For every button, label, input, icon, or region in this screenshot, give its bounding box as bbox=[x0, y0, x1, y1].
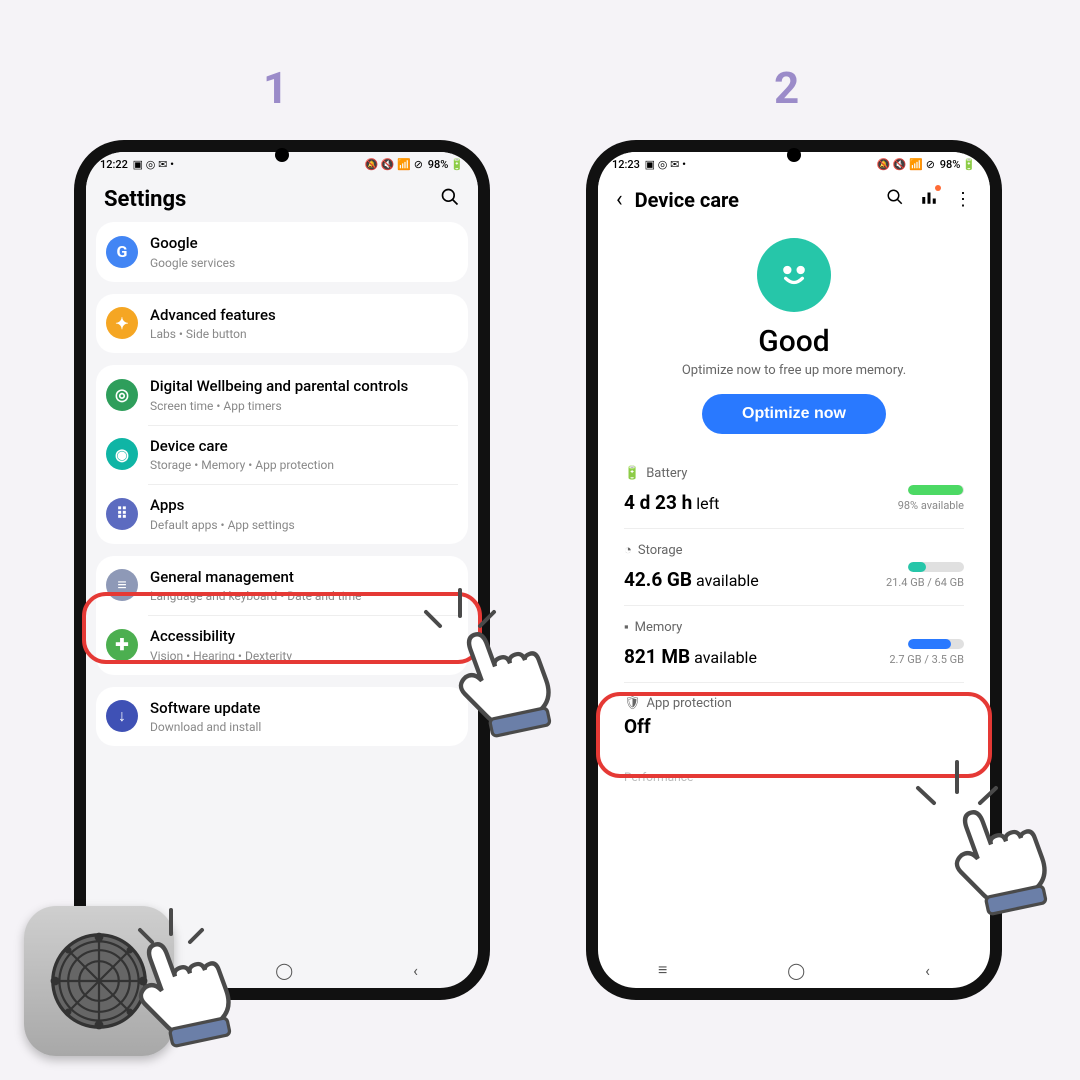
screen-settings: 12:22 ▣ ◎ ✉ • 🔕 🔇 📶 ⊘ 98% 🔋 Settings G bbox=[86, 152, 478, 988]
status-icons-left: ▣ ◎ ✉ • bbox=[130, 158, 174, 171]
step-label-1: 1 bbox=[263, 62, 288, 114]
page-header: ‹ Device care ⋮ bbox=[598, 173, 990, 222]
chart-icon[interactable] bbox=[920, 188, 938, 211]
more-icon[interactable]: ⋮ bbox=[954, 189, 972, 210]
optimize-button[interactable]: Optimize now bbox=[702, 394, 886, 434]
metric-note: 2.7 GB / 3.5 GB bbox=[889, 653, 964, 666]
tap-pointer-icon bbox=[432, 610, 562, 744]
settings-item-google[interactable]: G Google Google services bbox=[96, 222, 468, 282]
status-icons-right: 🔕 🔇 📶 ⊘ bbox=[364, 158, 425, 171]
settings-item-apps[interactable]: ⠿ Apps Default apps • App settings bbox=[96, 484, 468, 544]
item-sub: Storage • Memory • App protection bbox=[150, 458, 458, 472]
status-icons-right: 🔕 🔇 📶 ⊘ bbox=[876, 158, 937, 171]
item-sub: Labs • Side button bbox=[150, 327, 458, 341]
phone-frame-1: 12:22 ▣ ◎ ✉ • 🔕 🔇 📶 ⊘ 98% 🔋 Settings G bbox=[74, 140, 490, 1000]
metric-unit: available bbox=[696, 571, 759, 590]
status-battery-pct: 98% bbox=[428, 158, 449, 171]
item-sub: Language and keyboard • Date and time bbox=[150, 589, 458, 603]
nav-back-icon[interactable]: ‹ bbox=[925, 961, 930, 980]
back-icon[interactable]: ‹ bbox=[616, 187, 623, 212]
item-title: Device care bbox=[150, 437, 458, 457]
item-title: Software update bbox=[150, 699, 458, 719]
settings-item-wellbeing[interactable]: ◎ Digital Wellbeing and parental control… bbox=[96, 365, 468, 425]
search-icon[interactable] bbox=[440, 187, 460, 212]
metrics-card: 🔋 Battery 4 d 23 h left 98% available ◔ St… bbox=[608, 452, 980, 752]
item-title: General management bbox=[150, 568, 458, 588]
smiley-icon bbox=[757, 238, 831, 312]
metric-unit: left bbox=[696, 494, 719, 513]
item-sub: Download and install bbox=[150, 720, 458, 734]
update-icon: ↓ bbox=[106, 700, 138, 732]
item-sub: Google services bbox=[150, 256, 458, 270]
metric-label: Battery bbox=[646, 466, 687, 481]
nav-recents-icon[interactable]: ≡ bbox=[658, 960, 667, 980]
metric-label: App protection bbox=[647, 696, 732, 711]
metric-unit: available bbox=[694, 648, 757, 667]
battery-icon: 🔋 bbox=[450, 158, 464, 171]
status-subtext: Optimize now to free up more memory. bbox=[612, 363, 976, 378]
metric-storage[interactable]: ◔ Storage 42.6 GB available 21.4 GB / 64 … bbox=[608, 528, 980, 605]
settings-item-accessibility[interactable]: ✚ Accessibility Vision • Hearing • Dexte… bbox=[96, 615, 468, 675]
memory-small-icon: ▪ bbox=[624, 619, 629, 635]
accessibility-icon: ✚ bbox=[106, 629, 138, 661]
metric-value: 4 d 23 h bbox=[624, 491, 692, 514]
page-title: Device care bbox=[635, 188, 739, 212]
status-icons-left: ▣ ◎ ✉ • bbox=[642, 158, 686, 171]
metric-memory[interactable]: ▪ Memory 821 MB available 2.7 GB / 3.5 GB bbox=[608, 605, 980, 682]
settings-item-general[interactable]: ≡ General management Language and keyboa… bbox=[96, 556, 468, 616]
search-icon[interactable] bbox=[886, 188, 904, 211]
advanced-icon: ✦ bbox=[106, 307, 138, 339]
item-sub: Vision • Hearing • Dexterity bbox=[150, 649, 458, 663]
device-status-block: Good Optimize now to free up more memory… bbox=[598, 222, 990, 452]
metric-label: Memory bbox=[635, 620, 683, 635]
item-title: Apps bbox=[150, 496, 458, 516]
metric-value: 821 MB bbox=[624, 645, 690, 668]
item-sub: Default apps • App settings bbox=[150, 518, 458, 532]
item-title: Accessibility bbox=[150, 627, 458, 647]
metric-note: 21.4 GB / 64 GB bbox=[886, 576, 964, 589]
nav-home-icon[interactable]: ◯ bbox=[787, 961, 805, 980]
storage-small-icon: ◔ bbox=[624, 542, 632, 558]
shield-small-icon: 🛡 bbox=[624, 696, 641, 711]
general-icon: ≡ bbox=[106, 569, 138, 601]
metric-app-protection[interactable]: 🛡 App protection Off bbox=[608, 682, 980, 752]
page-header: Settings bbox=[86, 173, 478, 222]
camera-notch bbox=[787, 148, 801, 162]
device-care-icon: ◉ bbox=[106, 438, 138, 470]
status-time: 12:23 bbox=[612, 158, 640, 171]
nav-back-icon[interactable]: ‹ bbox=[413, 961, 418, 980]
camera-notch bbox=[275, 148, 289, 162]
step-label-2: 2 bbox=[774, 62, 799, 114]
wellbeing-icon: ◎ bbox=[106, 379, 138, 411]
metric-value: 42.6 GB bbox=[624, 568, 692, 591]
google-icon: G bbox=[106, 236, 138, 268]
item-sub: Screen time • App timers bbox=[150, 399, 458, 413]
status-battery-pct: 98% bbox=[940, 158, 961, 171]
metric-note: 98% available bbox=[898, 499, 964, 512]
status-time: 12:22 bbox=[100, 158, 128, 171]
page-title: Settings bbox=[104, 187, 186, 212]
battery-small-icon: 🔋 bbox=[624, 466, 640, 481]
battery-icon: 🔋 bbox=[962, 158, 976, 171]
item-title: Advanced features bbox=[150, 306, 458, 326]
settings-item-update[interactable]: ↓ Software update Download and install bbox=[96, 687, 468, 747]
apps-icon: ⠿ bbox=[106, 498, 138, 530]
item-title: Google bbox=[150, 234, 458, 254]
metric-value: Off bbox=[624, 715, 651, 738]
item-title: Digital Wellbeing and parental controls bbox=[150, 377, 458, 397]
settings-item-device-care[interactable]: ◉ Device care Storage • Memory • App pro… bbox=[96, 425, 468, 485]
status-heading: Good bbox=[612, 324, 976, 359]
tap-pointer-icon bbox=[928, 788, 1058, 922]
settings-item-advanced[interactable]: ✦ Advanced features Labs • Side button bbox=[96, 294, 468, 354]
metric-battery[interactable]: 🔋 Battery 4 d 23 h left 98% available bbox=[608, 452, 980, 528]
settings-list: G Google Google services ✦ Advanced feat… bbox=[86, 222, 478, 746]
android-navbar: ≡ ◯ ‹ bbox=[598, 952, 990, 988]
metric-label: Storage bbox=[638, 543, 683, 558]
tap-pointer-icon bbox=[112, 920, 242, 1054]
nav-home-icon[interactable]: ◯ bbox=[275, 961, 293, 980]
